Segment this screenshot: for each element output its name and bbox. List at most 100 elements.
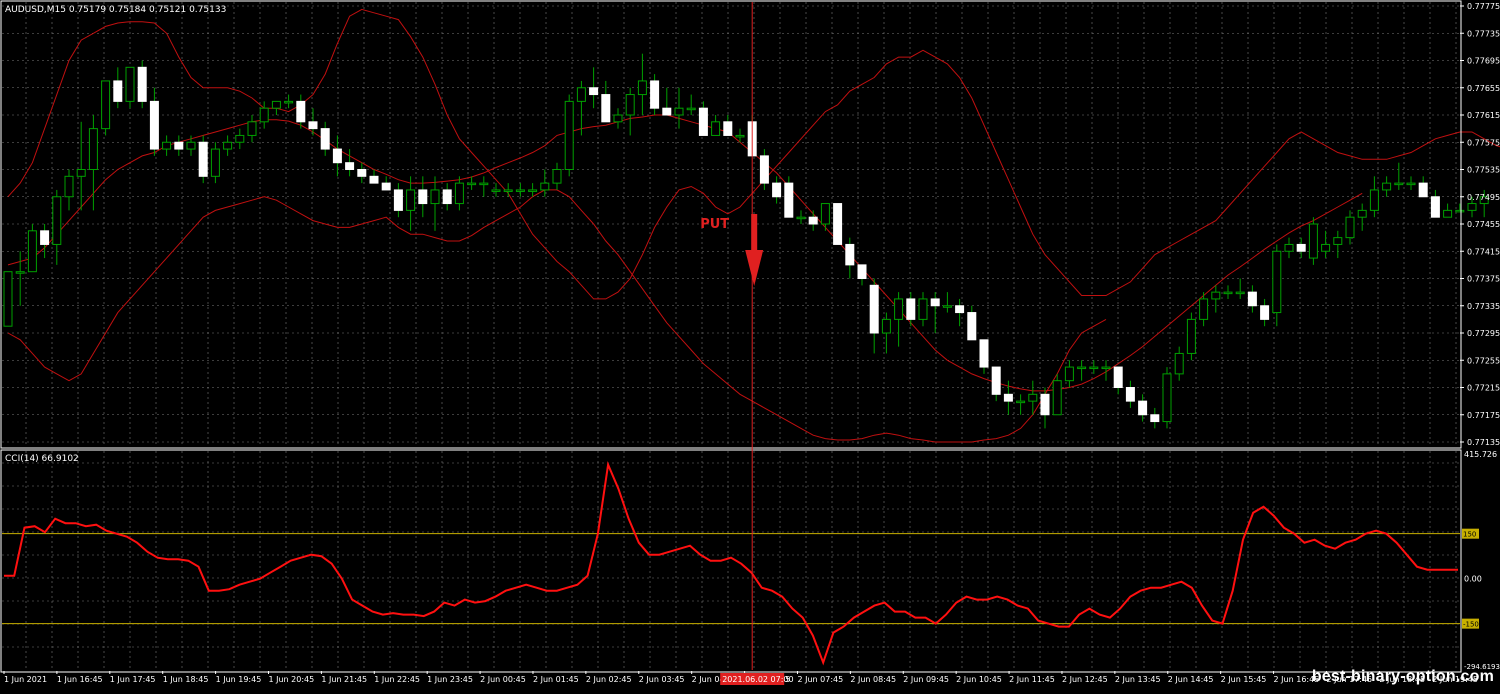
candle-body xyxy=(1406,182,1416,186)
candle xyxy=(1357,203,1367,231)
candle xyxy=(1394,162,1404,190)
candle xyxy=(1016,394,1026,415)
time-tick-label: 2 Jun 02:45 xyxy=(586,675,632,684)
time-tick-label: 1 Jun 23:45 xyxy=(427,675,473,684)
candle xyxy=(442,183,452,211)
candle-body xyxy=(1162,373,1172,423)
time-tick-label: 2 Jun 01:45 xyxy=(533,675,579,684)
candle-body xyxy=(76,169,86,177)
candle-body xyxy=(503,189,513,192)
candle xyxy=(284,94,294,109)
cci-pane-frame xyxy=(0,449,1462,673)
candle-body xyxy=(552,169,562,184)
candle xyxy=(101,80,111,136)
candle xyxy=(137,60,147,109)
candle-body xyxy=(186,141,196,150)
time-tick-label: 2 Jun 07:45 xyxy=(797,675,843,684)
candle-body xyxy=(979,339,989,368)
price-axis: 0.77775 0.77735 0.77695 0.77655 0.77615 0.775… xyxy=(1460,2,1500,447)
candle-body xyxy=(430,189,440,205)
candle xyxy=(918,292,928,327)
candle xyxy=(345,149,355,177)
candle xyxy=(1186,312,1196,361)
candle-body xyxy=(1235,291,1245,295)
candle-body xyxy=(247,121,257,136)
candle-body xyxy=(174,141,184,150)
candle xyxy=(174,135,184,156)
candle-body xyxy=(1199,298,1209,320)
candle-body xyxy=(564,100,574,170)
candle xyxy=(491,183,501,197)
candle xyxy=(1345,210,1355,245)
trading-chart-window[interactable]: 0.77775 0.77735 0.77695 0.77655 0.77615 0.775… xyxy=(0,0,1500,690)
candle xyxy=(430,176,440,231)
candle-body xyxy=(869,284,879,334)
candle xyxy=(52,189,62,265)
candle-body xyxy=(381,182,391,191)
candle-body xyxy=(1101,366,1111,370)
price-tick-label: 0.77575 xyxy=(1467,138,1500,147)
candle-body xyxy=(918,298,928,320)
candle-body xyxy=(784,182,794,218)
down-arrow-icon xyxy=(745,214,764,286)
price-tick-label: 0.77615 xyxy=(1467,111,1500,120)
candle-body xyxy=(271,100,281,109)
candle xyxy=(1296,237,1306,259)
candle-body xyxy=(906,298,916,320)
put-signal: PUT xyxy=(700,214,764,286)
candle-body xyxy=(1064,366,1074,382)
candle-body xyxy=(1052,380,1062,416)
candle-body xyxy=(686,107,696,111)
candle-body xyxy=(650,80,660,109)
candle-body xyxy=(1443,209,1453,218)
candle-body xyxy=(1174,352,1184,375)
candle xyxy=(406,176,416,231)
chart-canvas[interactable]: 0.77775 0.77735 0.77695 0.77655 0.77615 0.775… xyxy=(0,0,1500,690)
candle xyxy=(906,292,916,327)
candle xyxy=(1138,394,1148,422)
candle xyxy=(625,87,635,136)
candle xyxy=(467,176,477,190)
cci-axis: 415.726-294.61931500.00-150 xyxy=(1462,450,1500,671)
candle-body xyxy=(88,128,98,170)
candle-body xyxy=(1113,366,1123,388)
candle-body xyxy=(1223,291,1233,295)
candle-body xyxy=(454,182,464,205)
candle xyxy=(955,298,965,327)
cci-pane[interactable] xyxy=(2,461,1460,666)
time-tick-label: 1 Jun 2021 xyxy=(4,675,47,684)
candle xyxy=(662,87,672,116)
candle xyxy=(1284,237,1294,259)
candle-body xyxy=(369,175,379,184)
candle-body xyxy=(1321,243,1331,252)
candle-body xyxy=(40,230,50,245)
candle-body xyxy=(52,196,62,245)
candle xyxy=(808,210,818,231)
candle-body xyxy=(662,107,672,116)
candle-body xyxy=(479,182,489,186)
candle-body xyxy=(576,87,586,102)
candle-body xyxy=(210,148,220,177)
candle xyxy=(723,115,733,136)
price-pane-frame xyxy=(0,0,1462,449)
candle-body xyxy=(1467,203,1477,211)
time-tick-label: 2 Jun 12:45 xyxy=(1062,675,1108,684)
candle-body xyxy=(467,182,477,186)
candle-body xyxy=(772,182,782,198)
candle xyxy=(332,135,342,177)
candle xyxy=(479,176,489,197)
price-tick-label: 0.77455 xyxy=(1467,220,1500,229)
candle xyxy=(601,80,611,123)
candle xyxy=(64,169,74,211)
price-tick-label: 0.77655 xyxy=(1467,84,1500,93)
candle xyxy=(857,264,867,286)
price-tick-label: 0.77415 xyxy=(1467,247,1500,256)
candle xyxy=(149,87,159,156)
candle-body xyxy=(1077,366,1087,370)
candle-body xyxy=(1394,182,1404,186)
candle xyxy=(564,94,574,177)
time-tick-label: 2 Jun 10:45 xyxy=(956,675,1002,684)
candle-body xyxy=(528,189,538,192)
candle xyxy=(711,115,721,136)
candle xyxy=(796,210,806,224)
